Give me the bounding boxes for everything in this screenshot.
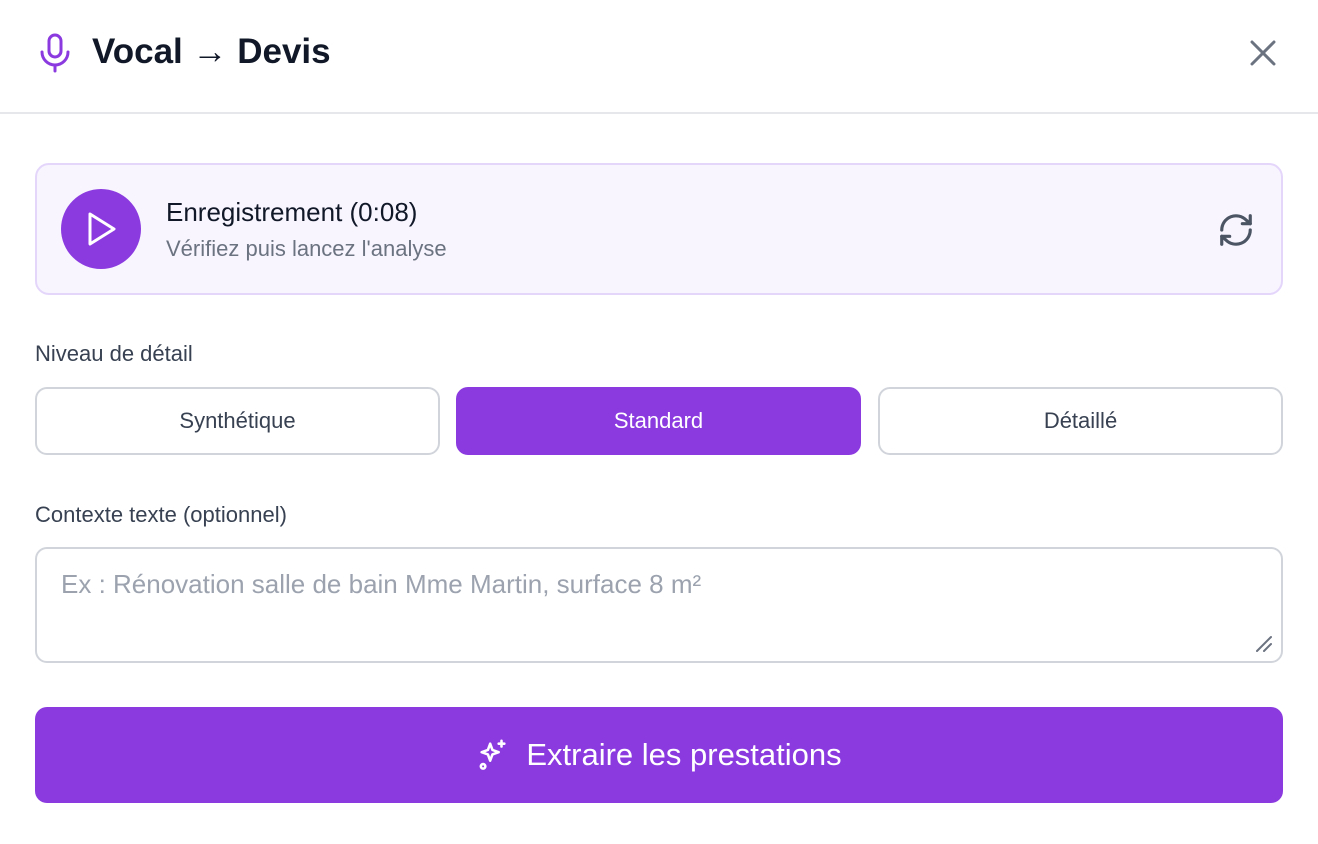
- modal-header: Vocal → Devis: [0, 0, 1318, 114]
- vocal-devis-modal: Vocal → Devis Enregistrement (0:08) Véri…: [0, 0, 1318, 844]
- resize-handle-icon[interactable]: [1253, 633, 1273, 653]
- close-button[interactable]: [1240, 30, 1286, 76]
- detail-option-synthetique[interactable]: Synthétique: [35, 387, 440, 455]
- detail-level-label: Niveau de détail: [35, 341, 193, 366]
- microphone-icon: [40, 33, 70, 73]
- context-textarea[interactable]: [37, 549, 1281, 661]
- extract-button[interactable]: Extraire les prestations: [35, 707, 1283, 803]
- context-label: Contexte texte (optionnel): [35, 502, 287, 527]
- sparkles-icon: [479, 739, 506, 770]
- detail-option-detaille[interactable]: Détaillé: [878, 387, 1283, 455]
- recording-card: Enregistrement (0:08) Vérifiez puis lanc…: [35, 163, 1283, 295]
- modal-title: Vocal → Devis: [92, 32, 331, 71]
- play-icon: [88, 212, 116, 246]
- rerecord-button[interactable]: [1213, 207, 1259, 253]
- recording-subtitle: Vérifiez puis lancez l'analyse: [166, 236, 447, 261]
- detail-option-standard[interactable]: Standard: [456, 387, 861, 455]
- extract-button-label: Extraire les prestations: [526, 737, 842, 772]
- context-field-wrapper: [35, 547, 1283, 663]
- refresh-icon: [1220, 214, 1252, 246]
- play-button[interactable]: [61, 189, 141, 269]
- close-icon: [1250, 40, 1276, 66]
- recording-title: Enregistrement (0:08): [166, 197, 418, 227]
